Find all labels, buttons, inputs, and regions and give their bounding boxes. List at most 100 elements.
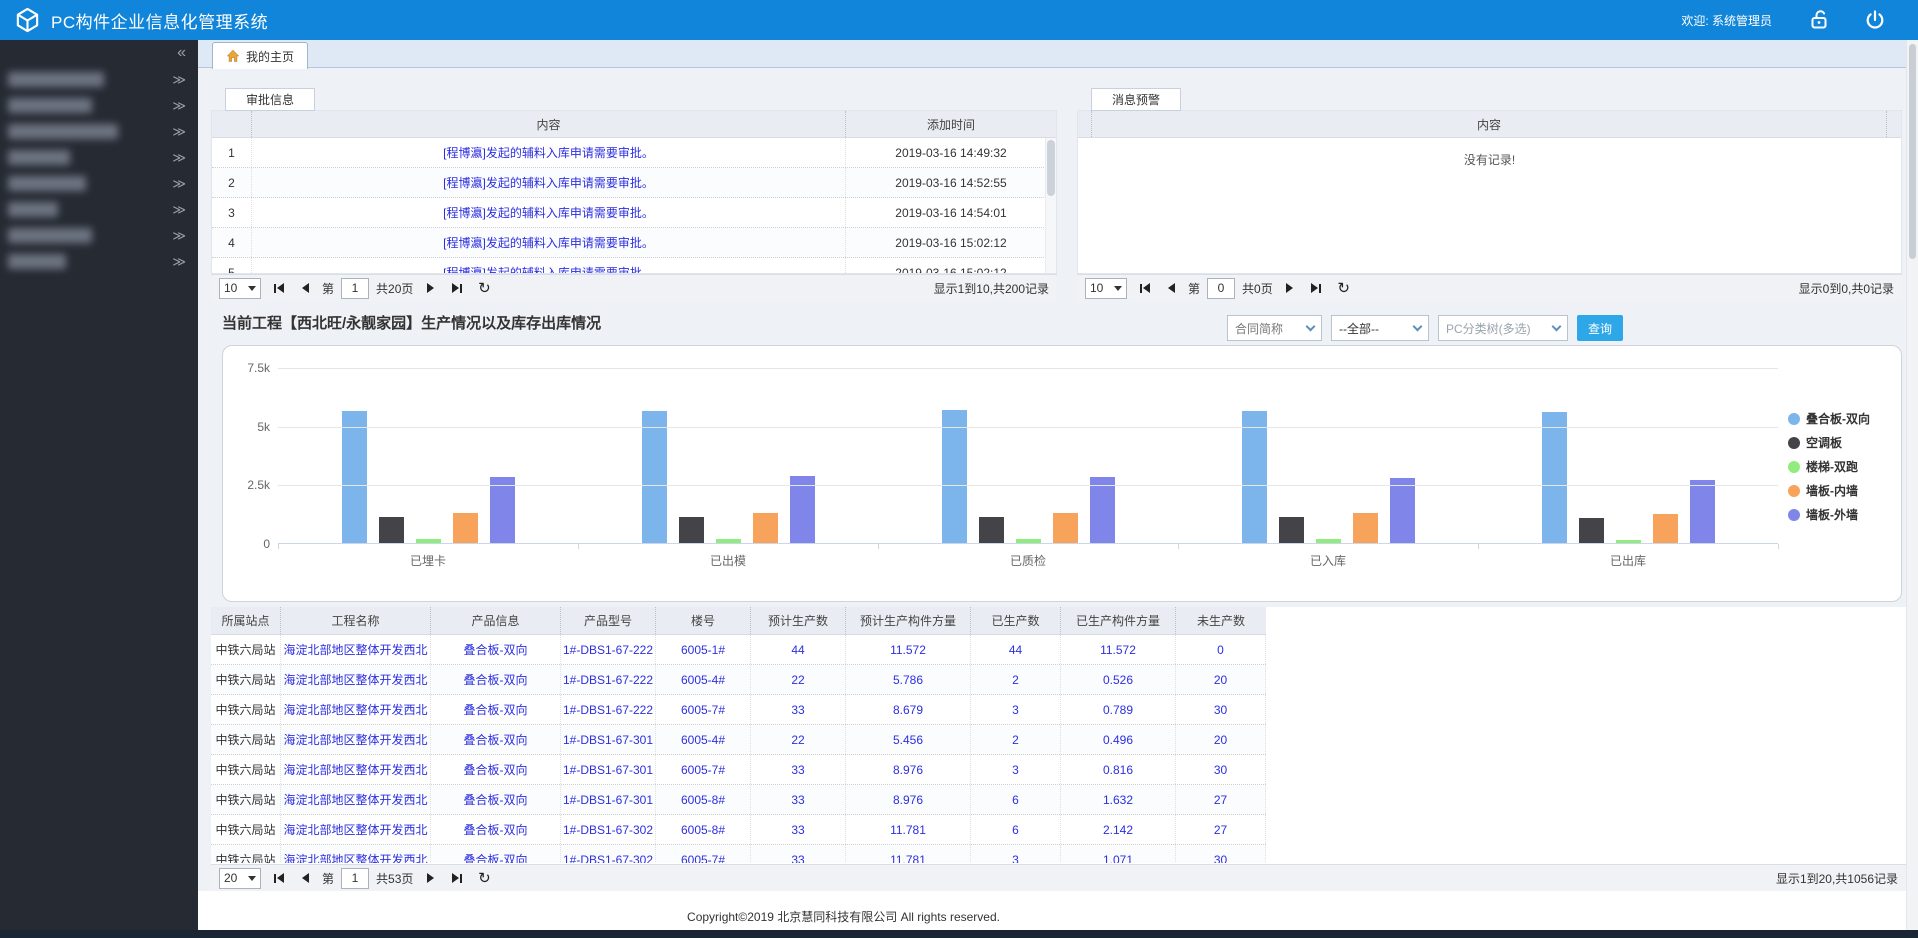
prev-page-button[interactable] xyxy=(1161,278,1181,298)
page-number-input[interactable]: 0 xyxy=(1207,278,1235,299)
prod-cell-link[interactable]: 1.632 xyxy=(1103,793,1133,807)
legend-item[interactable]: 墙板-内墙 xyxy=(1788,482,1870,499)
sidebar-item-redacted[interactable]: ≫ xyxy=(0,196,198,222)
prod-cell-link[interactable]: 5.456 xyxy=(893,733,923,747)
refresh-icon[interactable]: ↻ xyxy=(474,278,494,298)
expand-chevron-icon[interactable]: ≫ xyxy=(172,73,186,86)
prod-cell-link[interactable]: 8.976 xyxy=(893,793,923,807)
prod-cell-link[interactable]: 33 xyxy=(791,703,804,717)
prod-cell-link[interactable]: 27 xyxy=(1214,823,1227,837)
prod-cell-link[interactable]: 6005-7# xyxy=(681,763,725,777)
prod-cell-link[interactable]: 11.781 xyxy=(890,823,926,837)
alert-tab[interactable]: 消息预警 xyxy=(1091,88,1181,111)
last-page-button[interactable] xyxy=(1307,278,1327,298)
prod-cell-link[interactable]: 6005-1# xyxy=(681,643,725,657)
prev-page-button[interactable] xyxy=(295,278,315,298)
prod-cell-link[interactable]: 叠合板-双向 xyxy=(464,731,528,748)
approval-link[interactable]: [程博瀛]发起的辅料入库申请需要审批。 xyxy=(443,174,654,191)
expand-chevron-icon[interactable]: ≫ xyxy=(172,229,186,242)
prod-cell-link[interactable]: 1#-DBS1-67-302 xyxy=(563,853,653,864)
page-size-select[interactable]: 10 xyxy=(219,278,261,299)
tab-my-homepage[interactable]: 我的主页 xyxy=(212,42,308,69)
prod-cell-link[interactable]: 5.786 xyxy=(893,673,923,687)
legend-item[interactable]: 墙板-外墙 xyxy=(1788,506,1870,523)
expand-chevron-icon[interactable]: ≫ xyxy=(172,255,186,268)
first-page-button[interactable] xyxy=(1134,278,1154,298)
prod-cell-link[interactable]: 11.572 xyxy=(1100,643,1136,657)
prod-cell-link[interactable]: 海淀北部地区整体开发西北 xyxy=(283,701,427,718)
sidebar-item-redacted[interactable]: ≫ xyxy=(0,92,198,118)
approval-scrollbar-thumb[interactable] xyxy=(1047,140,1055,196)
prod-cell-link[interactable]: 2 xyxy=(1012,673,1019,687)
page-number-input[interactable]: 1 xyxy=(341,278,369,299)
page-scrollbar-thumb[interactable] xyxy=(1909,44,1916,259)
prod-cell-link[interactable]: 1#-DBS1-67-301 xyxy=(563,763,653,777)
prod-cell-link[interactable]: 0.789 xyxy=(1103,703,1133,717)
prev-page-button[interactable] xyxy=(295,868,315,888)
prod-cell-link[interactable]: 6005-4# xyxy=(681,673,725,687)
prod-cell-link[interactable]: 海淀北部地区整体开发西北 xyxy=(283,851,427,863)
prod-cell-link[interactable]: 2 xyxy=(1012,733,1019,747)
approval-link[interactable]: [程博瀛]发起的辅料入库申请需要审批。 xyxy=(443,234,654,251)
prod-cell-link[interactable]: 叠合板-双向 xyxy=(464,701,528,718)
prod-cell-link[interactable]: 6005-7# xyxy=(681,703,725,717)
prod-cell-link[interactable]: 6005-7# xyxy=(681,853,725,864)
scope-select[interactable]: --全部-- xyxy=(1331,315,1429,341)
expand-chevron-icon[interactable]: ≫ xyxy=(172,125,186,138)
prod-cell-link[interactable]: 海淀北部地区整体开发西北 xyxy=(283,671,427,688)
prod-cell-link[interactable]: 1#-DBS1-67-222 xyxy=(563,643,653,657)
sidebar-item-redacted[interactable]: ≫ xyxy=(0,66,198,92)
prod-cell-link[interactable]: 6005-4# xyxy=(681,733,725,747)
legend-item[interactable]: 叠合板-双向 xyxy=(1788,410,1870,427)
prod-cell-link[interactable]: 6005-8# xyxy=(681,823,725,837)
approval-tab[interactable]: 审批信息 xyxy=(225,88,315,111)
unlock-icon[interactable] xyxy=(1806,7,1832,33)
prod-cell-link[interactable]: 1#-DBS1-67-301 xyxy=(563,733,653,747)
prod-cell-link[interactable]: 8.976 xyxy=(893,763,923,777)
sidebar-item-redacted[interactable]: ≫ xyxy=(0,118,198,144)
next-page-button[interactable] xyxy=(420,278,440,298)
query-button[interactable]: 查询 xyxy=(1577,315,1623,341)
last-page-button[interactable] xyxy=(447,278,467,298)
contract-select[interactable]: 合同简称 xyxy=(1227,315,1322,341)
next-page-button[interactable] xyxy=(420,868,440,888)
prod-cell-link[interactable]: 44 xyxy=(1009,643,1022,657)
prod-cell-link[interactable]: 0.526 xyxy=(1103,673,1133,687)
sidebar-item-redacted[interactable]: ≫ xyxy=(0,144,198,170)
sidebar-collapse-icon[interactable]: « xyxy=(177,45,186,61)
refresh-icon[interactable]: ↻ xyxy=(1334,278,1354,298)
prod-cell-link[interactable]: 33 xyxy=(791,793,804,807)
page-size-select[interactable]: 10 xyxy=(1085,278,1127,299)
prod-cell-link[interactable]: 27 xyxy=(1214,793,1227,807)
refresh-icon[interactable]: ↻ xyxy=(474,868,494,888)
expand-chevron-icon[interactable]: ≫ xyxy=(172,177,186,190)
prod-cell-link[interactable]: 6 xyxy=(1012,793,1019,807)
prod-cell-link[interactable]: 20 xyxy=(1214,733,1227,747)
prod-cell-link[interactable]: 11.572 xyxy=(890,643,926,657)
prod-cell-link[interactable]: 海淀北部地区整体开发西北 xyxy=(283,731,427,748)
legend-item[interactable]: 空调板 xyxy=(1788,434,1870,451)
prod-cell-link[interactable]: 44 xyxy=(791,643,804,657)
prod-cell-link[interactable]: 海淀北部地区整体开发西北 xyxy=(283,641,427,658)
sidebar-item-redacted[interactable]: ≫ xyxy=(0,248,198,274)
pc-tree-select[interactable]: PC分类树(多选) xyxy=(1438,315,1568,341)
prod-cell-link[interactable]: 33 xyxy=(791,853,804,864)
prod-cell-link[interactable]: 6005-8# xyxy=(681,793,725,807)
approval-link[interactable]: [程博瀛]发起的辅料入库申请需要审批。 xyxy=(443,264,654,274)
prod-cell-link[interactable]: 叠合板-双向 xyxy=(464,821,528,838)
prod-cell-link[interactable]: 30 xyxy=(1214,763,1227,777)
prod-cell-link[interactable]: 叠合板-双向 xyxy=(464,851,528,863)
page-number-input[interactable]: 1 xyxy=(341,868,369,889)
prod-cell-link[interactable]: 2.142 xyxy=(1103,823,1133,837)
first-page-button[interactable] xyxy=(268,278,288,298)
power-icon[interactable] xyxy=(1862,7,1888,33)
approval-scrollbar[interactable] xyxy=(1045,138,1056,273)
expand-chevron-icon[interactable]: ≫ xyxy=(172,203,186,216)
approval-link[interactable]: [程博瀛]发起的辅料入库申请需要审批。 xyxy=(443,204,654,221)
prod-cell-link[interactable]: 22 xyxy=(791,733,804,747)
prod-cell-link[interactable]: 33 xyxy=(791,823,804,837)
prod-cell-link[interactable]: 30 xyxy=(1214,853,1227,864)
first-page-button[interactable] xyxy=(268,868,288,888)
sidebar-item-redacted[interactable]: ≫ xyxy=(0,170,198,196)
approval-link[interactable]: [程博瀛]发起的辅料入库申请需要审批。 xyxy=(443,144,654,161)
